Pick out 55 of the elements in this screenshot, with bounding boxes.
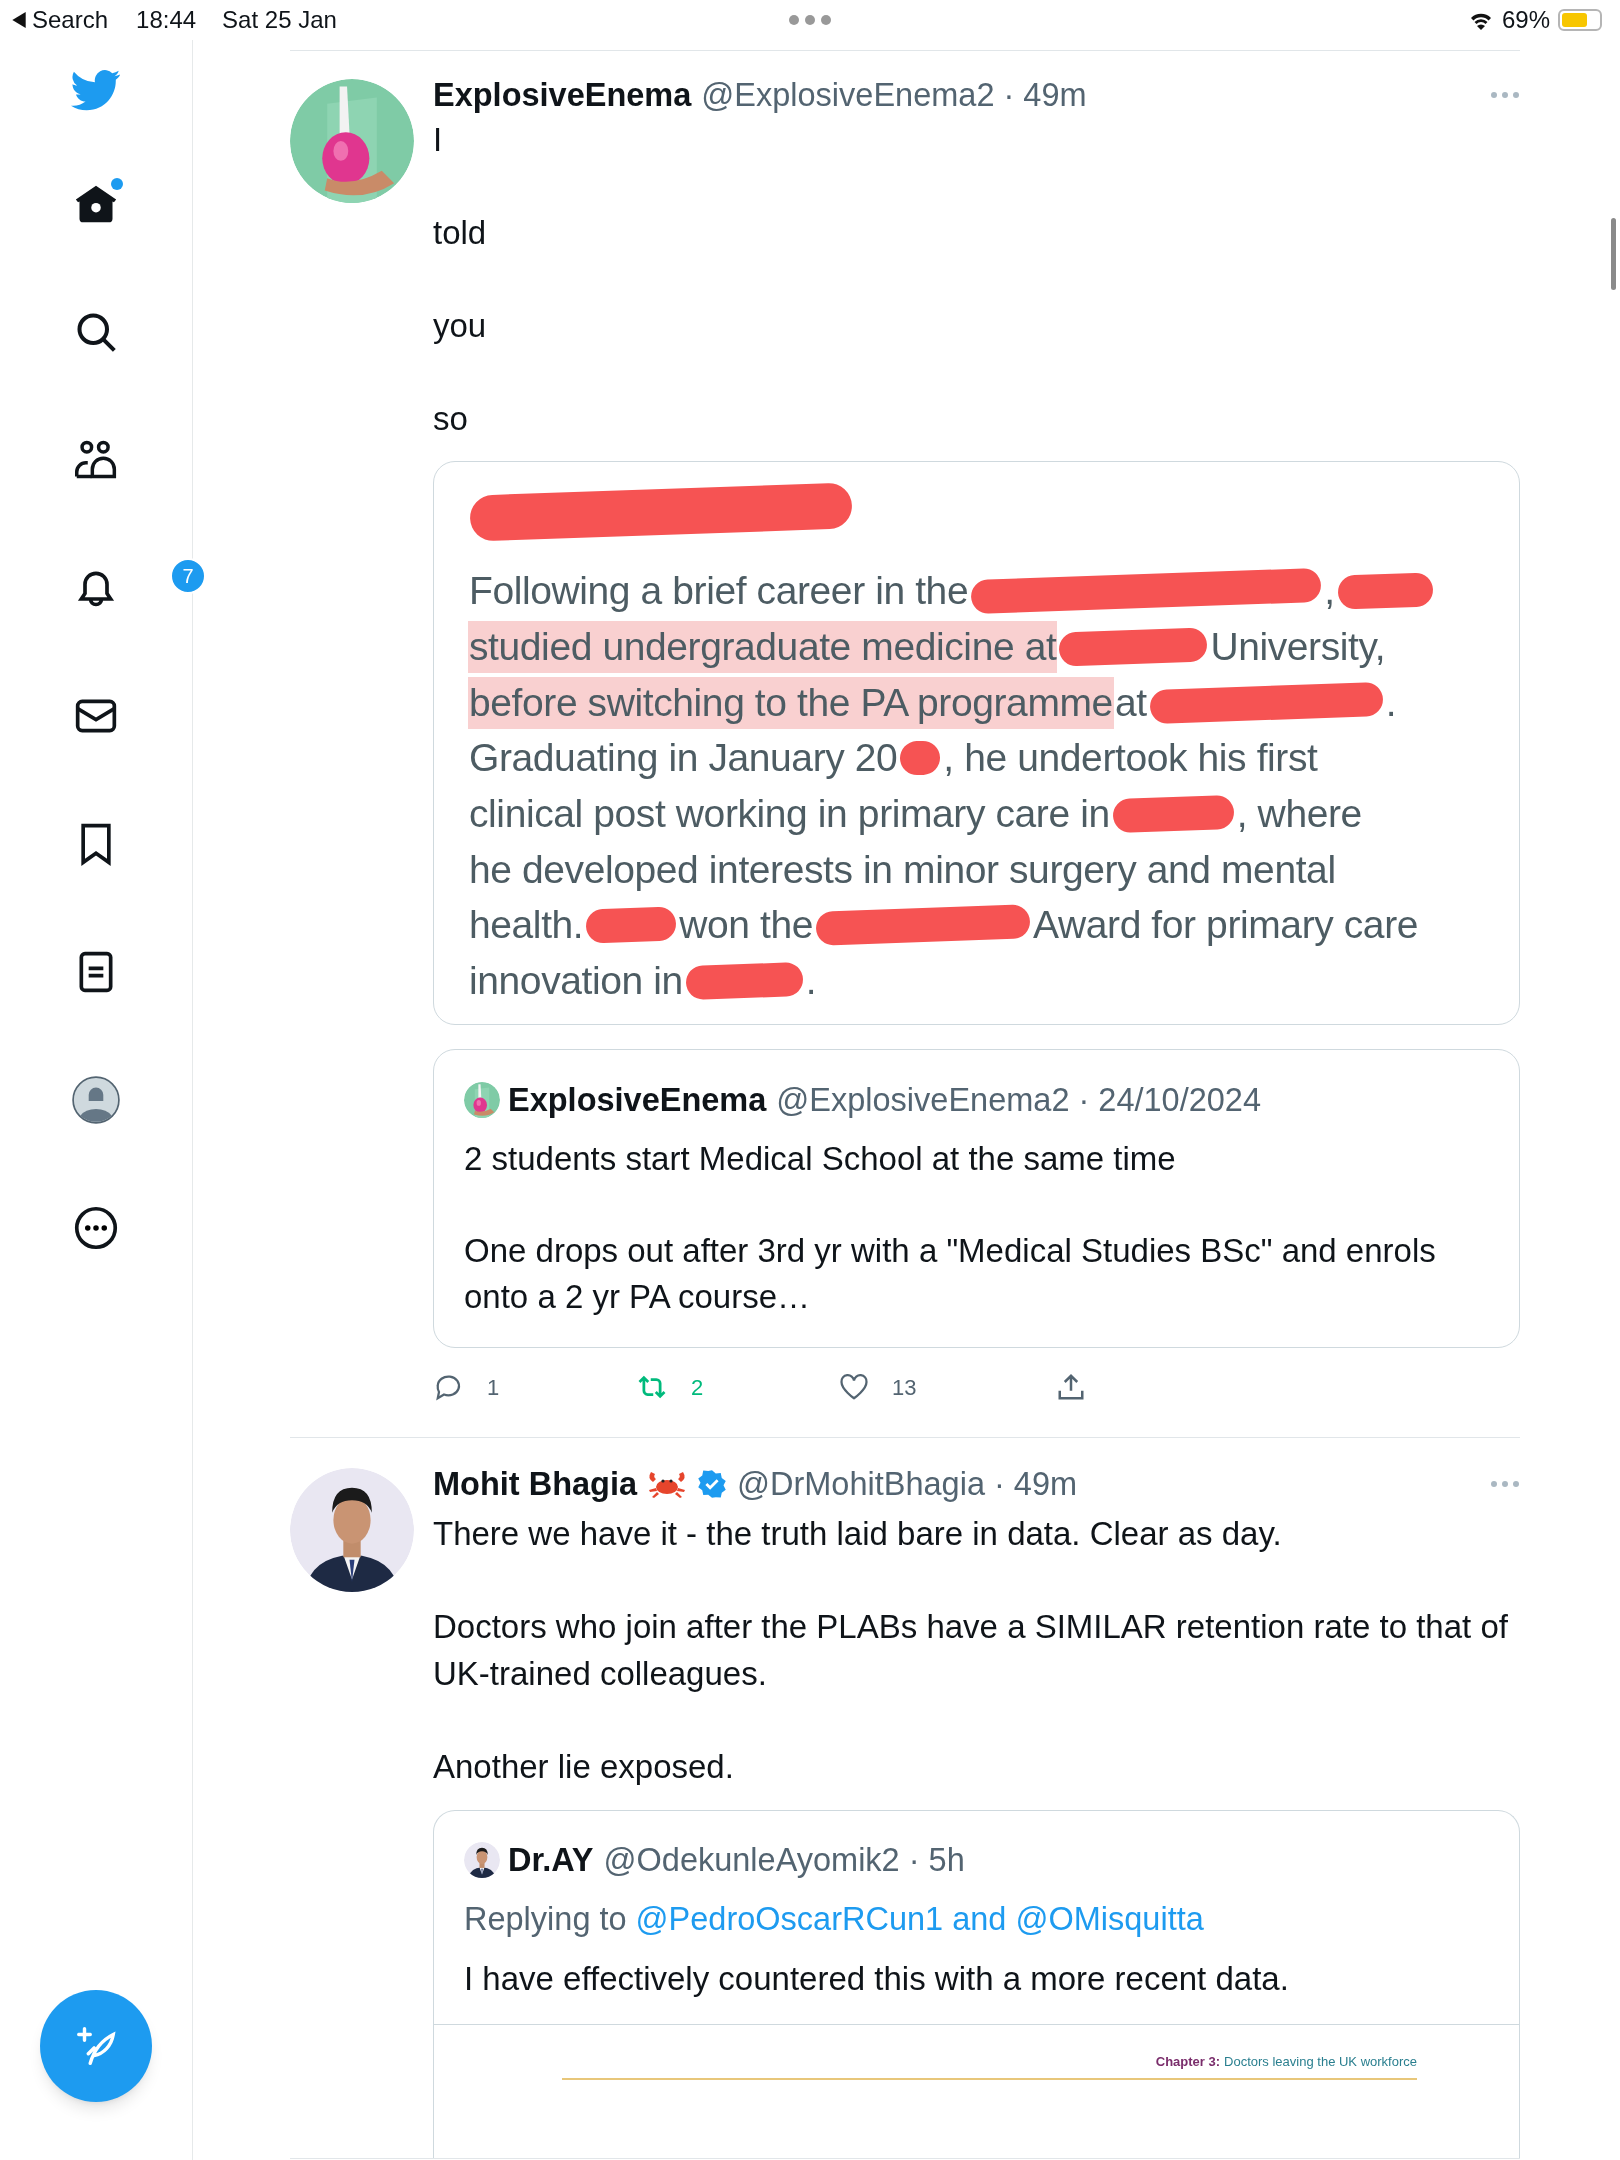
heart-icon [838, 1372, 870, 1402]
search-icon [74, 310, 118, 354]
redaction-mark [899, 740, 941, 777]
document-text: at [1113, 679, 1148, 726]
back-arrow-icon [12, 12, 26, 28]
reply-button[interactable]: 1 [433, 1370, 500, 1404]
handle-and-time: @ExplosiveEnema2 · 49m [701, 75, 1087, 115]
status-date: Sat 25 Jan [222, 5, 337, 35]
chapter-number: Chapter 3: [1155, 2053, 1221, 2071]
handle-and-time: @ExplosiveEnema2 · 24/10/2024 [776, 1080, 1261, 1120]
tweet-text: There we have it - the truth laid bare in data. Clear as day. Doctors who join after the PLABs have a SIMILAR retention rate to that of UK-trained colleagues. Another lie exposed. [433, 1514, 1509, 1787]
document-text: innovation in [468, 958, 684, 1005]
more-circle-icon [74, 1206, 118, 1250]
document-text: , [1323, 568, 1336, 615]
handle-and-time: @DrMohitBhagia · 49m [737, 1464, 1078, 1504]
document-text: clinical post working in primary care in [468, 791, 1111, 838]
document-text: health. [468, 902, 585, 949]
more-options-icon [1490, 91, 1520, 99]
quoted-tweet-card[interactable]: Dr.AY @OdekunleAyomik2 · 5h Replying to @PedroOscarRCun1 and @OMisquitta I have effectively countered this with a more recent data. Chapter 3: Doctors leaving the UK workforce [433, 1810, 1520, 2158]
document-text: he developed interests in minor surgery and mental [468, 846, 1337, 893]
like-button[interactable]: 13 [838, 1370, 917, 1404]
document-text: , he undertook his first [942, 735, 1319, 782]
share-button[interactable] [1056, 1372, 1086, 1402]
document-text: won the [678, 902, 815, 949]
status-time: 18:44 [136, 5, 197, 35]
tweet-text: I told you so [433, 120, 488, 439]
quoted-tweet-card[interactable]: ExplosiveEnema @ExplosiveEnema2 · 24/10/2024 2 students start Medical School at the same time One drops out after 3rd yr with a "Medical Studies BSc" and enrols onto a 2 yr PA course… [433, 1049, 1520, 1348]
battery-percent: 69% [1501, 5, 1550, 35]
replying-label: Replying to [464, 1899, 627, 1939]
scrollbar [1611, 218, 1616, 290]
author-name: Mohit Bhagia [433, 1464, 637, 1504]
more-options-icon [1490, 1480, 1520, 1488]
profile-avatar-icon [71, 1075, 121, 1125]
document-text: University, [1209, 624, 1387, 671]
back-label[interactable]: Search [32, 2, 109, 38]
author-name: ExplosiveEnema [508, 1080, 767, 1120]
document-text: Graduating in January 20 [468, 735, 899, 782]
chapter-title: Doctors leaving the UK workforce [1224, 2053, 1417, 2071]
share-upload-icon [1056, 1372, 1086, 1402]
author-name: Dr.AY [508, 1840, 594, 1880]
sidebar-nav-button[interactable] [70, 1074, 122, 1126]
more-dots-icon [788, 14, 832, 26]
document-text: , where [1235, 791, 1363, 838]
document-text: before switching to the PA programme [468, 676, 1114, 729]
document-text: . [804, 958, 818, 1005]
document-text: studied undergraduate medicine at [468, 621, 1058, 674]
battery-icon [1558, 9, 1602, 31]
quoted-tweet-text: 2 students start Medical School at the same time One drops out after 3rd yr with a "Medical Studies BSc" and enrols onto a 2 yr PA course… [464, 1139, 1437, 1317]
handle-and-time: @OdekunleAyomik2 · 5h [603, 1840, 965, 1880]
document-text: . [1384, 679, 1398, 726]
author-name: ExplosiveEnema [433, 75, 692, 115]
quoted-tweet-text: I have effectively countered this with a more recent data. [464, 1959, 1290, 1999]
notification-badge: 7 [170, 558, 206, 594]
document-text: Award for primary care [1032, 902, 1420, 949]
document-text: Following a brief career in the [468, 568, 970, 615]
